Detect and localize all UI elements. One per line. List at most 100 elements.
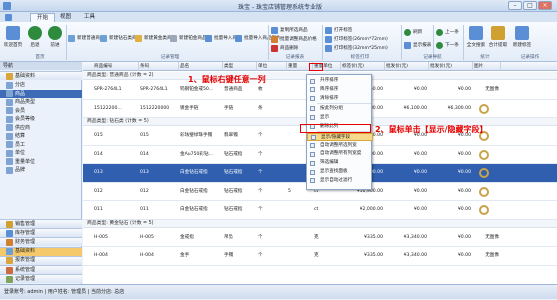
column-header[interactable]: 品名 — [179, 62, 223, 71]
back-button[interactable]: 后退 — [25, 26, 45, 48]
menu-item-icon — [311, 135, 316, 141]
nav-item-icon — [6, 115, 13, 123]
nav-item[interactable]: 重量单位 — [0, 158, 82, 167]
context-menu-item[interactable]: 降序排序 — [307, 86, 373, 94]
nav-item[interactable]: 分店 — [0, 81, 82, 90]
nav-item[interactable]: 商品类型 — [0, 98, 82, 107]
nav-item[interactable]: 单位 — [0, 149, 82, 158]
column-header[interactable]: 批发价(元) — [429, 62, 473, 71]
context-menu-item[interactable]: 升序排序 — [307, 77, 373, 85]
table-cell: ¥0.00 — [413, 151, 427, 157]
context-menu-item[interactable]: 清除排序 — [307, 95, 373, 103]
nav-group-label: 记录管理 — [15, 275, 36, 282]
table-row[interactable]: H-005 H-005 金戒指 吊坠 个 克 ¥335.00 ¥3,340.00 ¥0.00 无图… — [83, 229, 557, 247]
forward-button[interactable]: 前进 — [45, 26, 65, 48]
window-title: 珠宝 - 珠宝店铺管理系统专业版 — [238, 4, 322, 11]
nav-item[interactable]: 供应商 — [0, 124, 82, 133]
nav-group[interactable]: 记录管理 — [0, 274, 82, 284]
nav-item-label: 重量单位 — [15, 158, 36, 165]
table-cell: ¥0.00 — [457, 253, 471, 258]
table-cell — [287, 201, 313, 220]
close-button[interactable]: × — [538, 1, 552, 10]
column-header[interactable]: 图片 — [473, 62, 501, 71]
nav-group[interactable]: 基础资料 — [0, 246, 82, 256]
refresh-button[interactable]: 刷新 — [404, 27, 422, 38]
nav-group[interactable]: 系统管理 — [0, 265, 82, 274]
previous-record-button[interactable]: 上一条 — [436, 27, 459, 38]
tab-view[interactable]: 视图 — [54, 13, 77, 22]
menu-item-icon — [310, 143, 315, 149]
menu-item-label: 降序排序 — [320, 86, 339, 92]
nav-item[interactable]: 商品 — [0, 89, 82, 98]
context-menu-item[interactable]: 显示查找面板 — [307, 168, 373, 176]
column-header[interactable]: 商品编号 — [93, 62, 139, 71]
menu-item-label: 显示 — [320, 114, 330, 120]
tab-tools[interactable]: 工具 — [78, 13, 101, 22]
context-menu-item[interactable]: 显示/隐藏字段 — [307, 132, 373, 141]
full-text-search-button[interactable]: 全文搜索 — [466, 26, 486, 48]
nav-item-label: 单位 — [15, 150, 26, 156]
nav-item-icon — [6, 90, 13, 98]
navigation-pane: 导航 基础资料 分店 商品 商品类型 会员 会员等级 供应商 结算 员工 单位 重量单位 品牌 销售… — [0, 62, 82, 284]
context-menu-item[interactable]: 筛选编辑 — [307, 159, 373, 167]
table-cell: ¥0.00 — [413, 87, 427, 92]
new-platinum-product-button[interactable]: 新建铂金商品 — [170, 33, 207, 44]
show-report-button[interactable]: 显示报表 — [404, 40, 431, 51]
nav-item[interactable]: 结算 — [0, 132, 82, 141]
table-cell: ct — [314, 207, 319, 212]
nav-group[interactable]: 财务管理 — [0, 237, 82, 247]
minimize-button[interactable]: – — [508, 1, 522, 10]
table-cell: 个 — [258, 133, 263, 138]
import-icon — [205, 35, 212, 42]
context-menu-item[interactable]: 显示自动过滤行 — [307, 177, 373, 185]
table-row[interactable]: 011 011 白金钻石戒指 钻石戒指 个 ct ¥2,000.00 ¥0.00 ¥0.00 — [83, 201, 557, 220]
table-cell: ¥3,340.00 — [403, 234, 427, 240]
column-header[interactable]: 批发价(元) — [385, 62, 429, 71]
nav-group[interactable]: 报表管理 — [0, 255, 82, 265]
nav-item[interactable]: 员工 — [0, 141, 82, 150]
tab-start[interactable]: 开始 — [30, 13, 56, 22]
total-extract-button[interactable]: 合计提取 — [488, 26, 508, 48]
context-menu-item[interactable]: 自动调整所有列宽度 — [307, 150, 373, 158]
nav-section-basic[interactable]: 基础资料 — [0, 71, 82, 80]
nav-group[interactable]: 库存管理 — [0, 228, 82, 238]
menu-item-icon — [310, 96, 315, 102]
next-record-button[interactable]: 下一条 — [436, 40, 459, 51]
nav-item-label: 结算 — [15, 133, 26, 139]
column-header[interactable]: 类型 — [223, 62, 257, 71]
group-label-stats: 统计 — [480, 55, 490, 60]
column-header[interactable]: 标签价(元) — [341, 62, 385, 71]
new-label-button[interactable]: 新建标签 — [512, 26, 532, 48]
print-label-32x25-button[interactable]: 打印标签(32mm*25mm) — [325, 43, 388, 54]
product-image — [479, 103, 489, 114]
delete-product-button[interactable]: 商品删除 — [271, 43, 298, 54]
printer-icon — [325, 45, 332, 52]
nav-item[interactable]: 品牌 — [0, 166, 82, 175]
menu-item-label: 升序排序 — [320, 78, 339, 83]
maximize-button[interactable]: □ — [523, 1, 537, 10]
group-row[interactable]: 商品类型: 黄金钻石 (计数 = 5) — [83, 219, 557, 228]
context-menu-item[interactable]: 按此列分组 — [307, 105, 373, 113]
nav-item-label: 分店 — [15, 82, 26, 88]
status-bar: 登录账号: admin | 用户姓名: 管理员 | 当前分店: 总店 — [0, 284, 557, 299]
group-label-record-report: 记录报表 — [285, 55, 305, 60]
nav-item[interactable]: 会员等级 — [0, 115, 82, 124]
welcome-home-button[interactable]: 欢迎首页 — [3, 26, 23, 48]
home-icon — [6, 26, 20, 40]
nav-item[interactable]: 会员 — [0, 107, 82, 116]
column-header[interactable]: 条码 — [139, 62, 179, 71]
table-cell — [287, 247, 313, 266]
table-row[interactable]: H-004 H-004 金手 手镯 个 克 ¥335.00 ¥3,340.00 ¥0.00 无图像 — [83, 247, 557, 266]
nav-group[interactable]: 销售管理 — [0, 219, 82, 228]
context-menu-item[interactable]: 显示 — [307, 114, 373, 122]
nav-item-label: 商品 — [15, 90, 26, 97]
nav-item-icon — [6, 158, 13, 166]
nav-item-label: 会员 — [15, 107, 26, 114]
column-header[interactable]: 单位 — [257, 62, 287, 71]
table-cell: 013 — [140, 170, 149, 175]
group-label-record-ops: 记录操作 — [520, 55, 540, 60]
nav-item-icon — [6, 81, 13, 89]
table-cell: 金戒指 — [180, 234, 194, 240]
context-menu-item[interactable]: 自动调整所选列宽 — [307, 142, 373, 150]
app-menu-icon[interactable] — [3, 13, 15, 22]
